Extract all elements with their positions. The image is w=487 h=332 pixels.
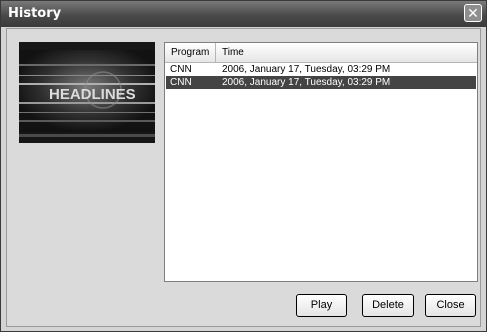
video-thumbnail: HEADLINES	[19, 42, 155, 143]
column-header-time[interactable]: Time	[216, 43, 477, 62]
close-icon[interactable]: ✕	[464, 4, 482, 22]
play-button[interactable]: Play	[296, 294, 347, 317]
thumbnail-caption: HEADLINES	[49, 86, 136, 103]
history-window: History ✕ HEADLINES Program Time CNN 200…	[0, 0, 487, 332]
dialog-body: HEADLINES Program Time CNN 2006, January…	[6, 28, 481, 327]
row-program: CNN	[170, 77, 192, 88]
row-time: 2006, January 17, Tuesday, 03:29 PM	[222, 77, 391, 88]
column-header-program[interactable]: Program	[165, 43, 216, 62]
history-list[interactable]: Program Time CNN 2006, January 17, Tuesd…	[164, 42, 478, 282]
title-bar[interactable]: History ✕	[1, 1, 486, 27]
row-time: 2006, January 17, Tuesday, 03:29 PM	[222, 64, 391, 75]
window-title: History	[8, 6, 62, 21]
list-row[interactable]: CNN 2006, January 17, Tuesday, 03:29 PM	[166, 63, 476, 76]
row-program: CNN	[170, 64, 192, 75]
list-row-selected[interactable]: CNN 2006, January 17, Tuesday, 03:29 PM	[166, 76, 476, 89]
close-button[interactable]: Close	[425, 294, 476, 317]
list-header: Program Time	[165, 43, 477, 63]
delete-button[interactable]: Delete	[362, 294, 414, 317]
